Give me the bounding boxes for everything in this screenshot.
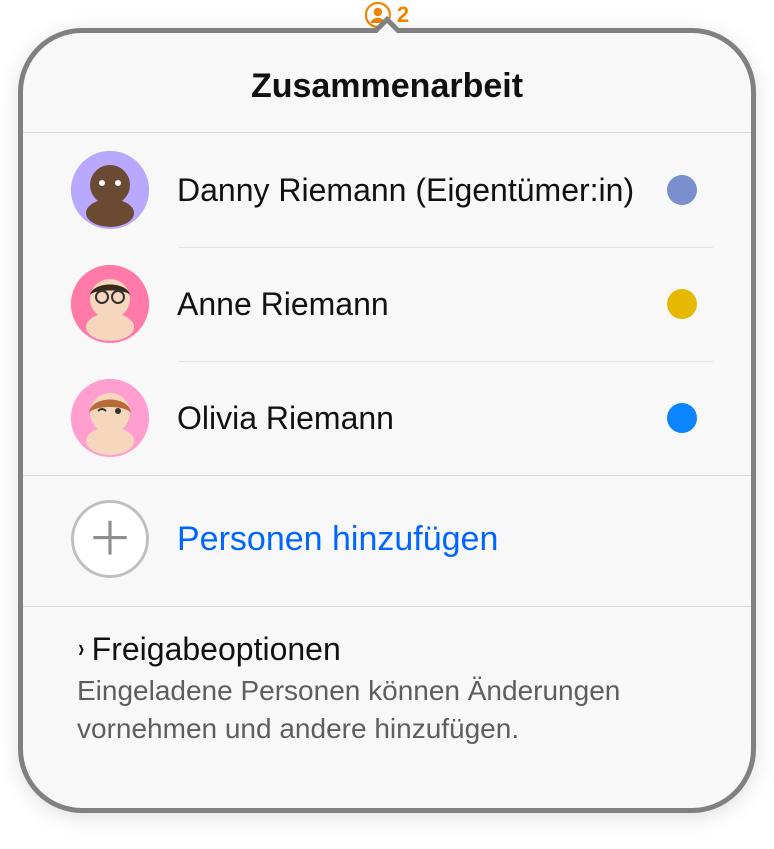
avatar <box>71 151 149 229</box>
chevron-right-icon: › <box>78 633 84 664</box>
status-dot <box>667 289 697 319</box>
participant-name: Danny Riemann (Eigentümer:in) <box>177 172 639 209</box>
avatar <box>71 265 149 343</box>
participant-row[interactable]: Anne Riemann <box>23 247 751 361</box>
participant-row[interactable]: Danny Riemann (Eigentümer:in) <box>23 133 751 247</box>
popover-title: Zusammenarbeit <box>23 43 751 132</box>
add-icon: ＋ <box>71 500 149 578</box>
participant-name: Anne Riemann <box>177 286 639 323</box>
add-people-label: Personen hinzufügen <box>177 520 498 559</box>
status-dot <box>667 403 697 433</box>
participant-list: Danny Riemann (Eigentümer:in) Anne Riema… <box>23 133 751 475</box>
collaboration-popover: Zusammenarbeit Danny Riemann (Eigentümer… <box>18 28 756 813</box>
avatar <box>71 379 149 457</box>
participant-name: Olivia Riemann <box>177 400 639 437</box>
participant-row[interactable]: Olivia Riemann <box>23 361 751 475</box>
memoji-icon <box>71 265 149 343</box>
share-options-description: Eingeladene Personen können Änderungen v… <box>77 672 697 748</box>
memoji-icon <box>71 379 149 457</box>
memoji-icon <box>71 151 149 229</box>
status-dot <box>667 175 697 205</box>
share-options[interactable]: › Freigabeoptionen Eingeladene Personen … <box>23 607 751 808</box>
add-people-row[interactable]: ＋ Personen hinzufügen <box>23 476 751 606</box>
share-options-title: Freigabeoptionen <box>92 631 341 668</box>
